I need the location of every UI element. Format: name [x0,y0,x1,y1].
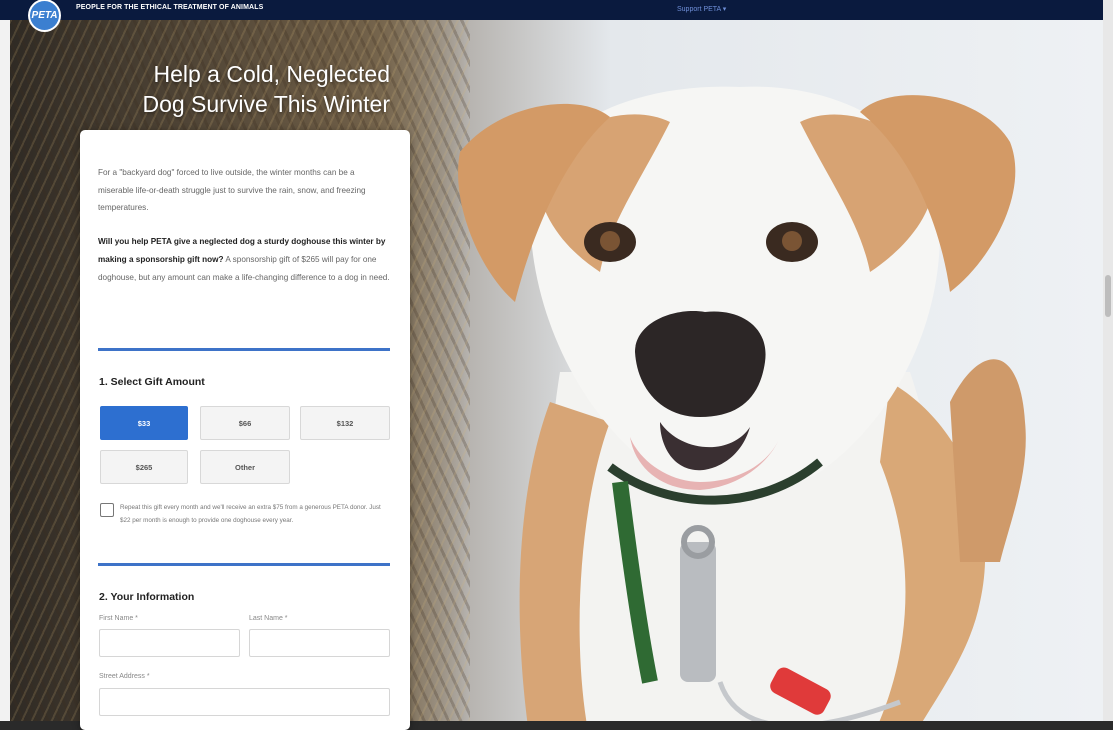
first-name-label: First Name * [99,615,138,622]
appeal-text: Will you help PETA give a neglected dog … [98,233,392,287]
dog-photo [458,86,1026,721]
intro-text: For a "backyard dog" forced to live outs… [98,168,366,212]
amount-button-66[interactable]: $66 [200,406,290,440]
last-name-input[interactable] [249,629,390,657]
page-headline: Help a Cold, Neglected Dog Survive This … [90,59,390,119]
repeat-monthly-checkbox[interactable] [100,503,114,517]
first-name-input[interactable] [99,629,240,657]
page-scrollbar[interactable] [1103,0,1113,721]
top-nav-bar: PETA PEOPLE FOR THE ETHICAL TREATMENT OF… [0,0,1103,30]
street-address-label: Street Address * [99,673,150,680]
section-divider [98,563,390,566]
amount-button-132[interactable]: $132 [300,406,390,440]
section-divider [98,348,390,351]
amount-button-265[interactable]: $265 [100,450,188,484]
donation-form-card: For a "backyard dog" forced to live outs… [80,130,410,730]
section-your-information-title: 2. Your Information [99,591,195,603]
headline-line-2: Dog Survive This Winter [142,91,390,117]
amount-button-other[interactable]: Other [200,450,290,484]
peta-logo[interactable]: PETA [30,1,59,30]
amount-button-33[interactable]: $33 [100,406,188,440]
scrollbar-thumb[interactable] [1105,275,1111,317]
org-name: PEOPLE FOR THE ETHICAL TREATMENT OF ANIM… [76,4,264,11]
street-address-input[interactable] [99,688,390,716]
section-gift-amount-title: 1. Select Gift Amount [99,376,205,388]
last-name-label: Last Name * [249,615,288,622]
page-left-margin [0,0,10,721]
support-peta-menu[interactable]: Support PETA ▾ [677,5,726,13]
repeat-monthly-label: Repeat this gift every month and we'll r… [120,504,381,524]
headline-line-1: Help a Cold, Neglected [153,61,390,87]
